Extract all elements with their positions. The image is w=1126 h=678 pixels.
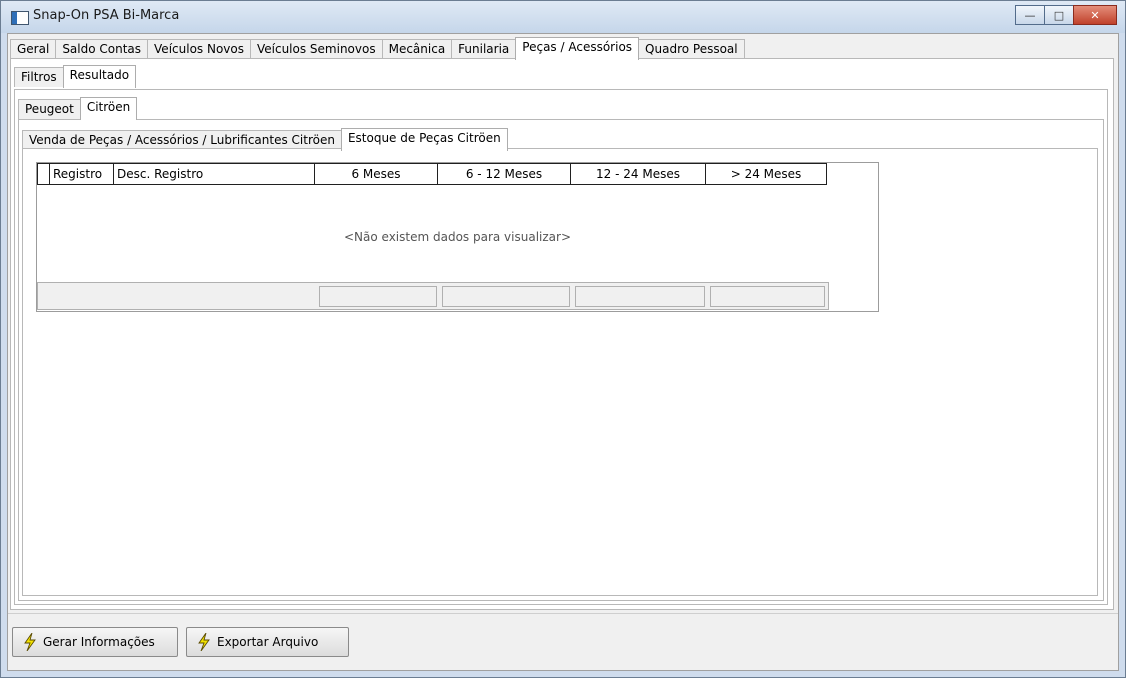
summary-mais-24-meses (710, 286, 825, 307)
col-12-24-meses[interactable]: 12 - 24 Meses (571, 163, 706, 185)
title-bar[interactable]: Snap-On PSA Bi-Marca — □ ✕ (1, 1, 1125, 33)
sub-tab-bar: Filtros Resultado (14, 64, 137, 88)
col-mais-24-meses[interactable]: > 24 Meses (706, 163, 827, 185)
brand-tab-bar: Peugeot Citröen (18, 96, 138, 120)
tab-resultado[interactable]: Resultado (62, 65, 137, 88)
generate-info-label: Gerar Informações (43, 635, 155, 649)
tab-peugeot[interactable]: Peugeot (18, 99, 81, 119)
bottom-toolbar: Gerar Informações Exportar Arquivo (8, 613, 1118, 670)
summary-6-12-meses (442, 286, 570, 307)
tab-funilaria[interactable]: Funilaria (451, 39, 517, 59)
tab-mecanica[interactable]: Mecânica (381, 39, 453, 59)
col-desc-registro[interactable]: Desc. Registro (114, 163, 315, 185)
summary-12-24-meses (575, 286, 705, 307)
tab-filtros[interactable]: Filtros (14, 67, 64, 87)
col-6-meses[interactable]: 6 Meses (315, 163, 438, 185)
close-button[interactable]: ✕ (1073, 5, 1117, 25)
tab-veiculos-novos[interactable]: Veículos Novos (147, 39, 251, 59)
window-controls: — □ ✕ (1015, 5, 1117, 25)
empty-grid-message: <Não existem dados para visualizar> (343, 230, 571, 244)
minimize-button[interactable]: — (1015, 5, 1045, 25)
tab-estoque-pecas[interactable]: Estoque de Peças Citröen (340, 128, 508, 151)
app-icon (11, 11, 29, 25)
tab-geral[interactable]: Geral (10, 39, 57, 59)
lightning-icon (24, 633, 36, 651)
maximize-button[interactable]: □ (1044, 5, 1074, 25)
grid-summary-row (37, 282, 829, 310)
tab-saldo-contas[interactable]: Saldo Contas (55, 39, 149, 59)
export-file-label: Exportar Arquivo (217, 635, 319, 649)
grid-header: Registro Desc. Registro 6 Meses 6 - 12 M… (37, 163, 827, 185)
col-registro[interactable]: Registro (50, 163, 114, 185)
main-tab-bar: Geral Saldo Contas Veículos Novos Veícul… (10, 36, 745, 60)
lightning-icon (198, 633, 210, 651)
tab-quadro-pessoal[interactable]: Quadro Pessoal (638, 39, 745, 59)
window-title: Snap-On PSA Bi-Marca (33, 8, 180, 23)
report-tab-bar: Venda de Peças / Acessórios / Lubrifican… (22, 127, 508, 151)
summary-6-meses (319, 286, 437, 307)
main-tab-panel: Filtros Resultado Peugeot Citröen Venda … (10, 58, 1114, 610)
tab-citroen[interactable]: Citröen (79, 97, 138, 120)
export-file-button[interactable]: Exportar Arquivo (186, 627, 349, 657)
tab-veiculos-seminovos[interactable]: Veículos Seminovos (249, 39, 383, 59)
row-indicator-header (37, 163, 50, 185)
estoque-grid[interactable]: Registro Desc. Registro 6 Meses 6 - 12 M… (36, 162, 879, 312)
main-window: Snap-On PSA Bi-Marca — □ ✕ Geral Saldo C… (0, 0, 1126, 678)
tab-pecas-acessorios[interactable]: Peças / Acessórios (515, 37, 640, 60)
generate-info-button[interactable]: Gerar Informações (12, 627, 178, 657)
tab-venda-pecas[interactable]: Venda de Peças / Acessórios / Lubrifican… (22, 130, 342, 150)
col-6-12-meses[interactable]: 6 - 12 Meses (438, 163, 571, 185)
client-area: Geral Saldo Contas Veículos Novos Veícul… (7, 33, 1119, 671)
